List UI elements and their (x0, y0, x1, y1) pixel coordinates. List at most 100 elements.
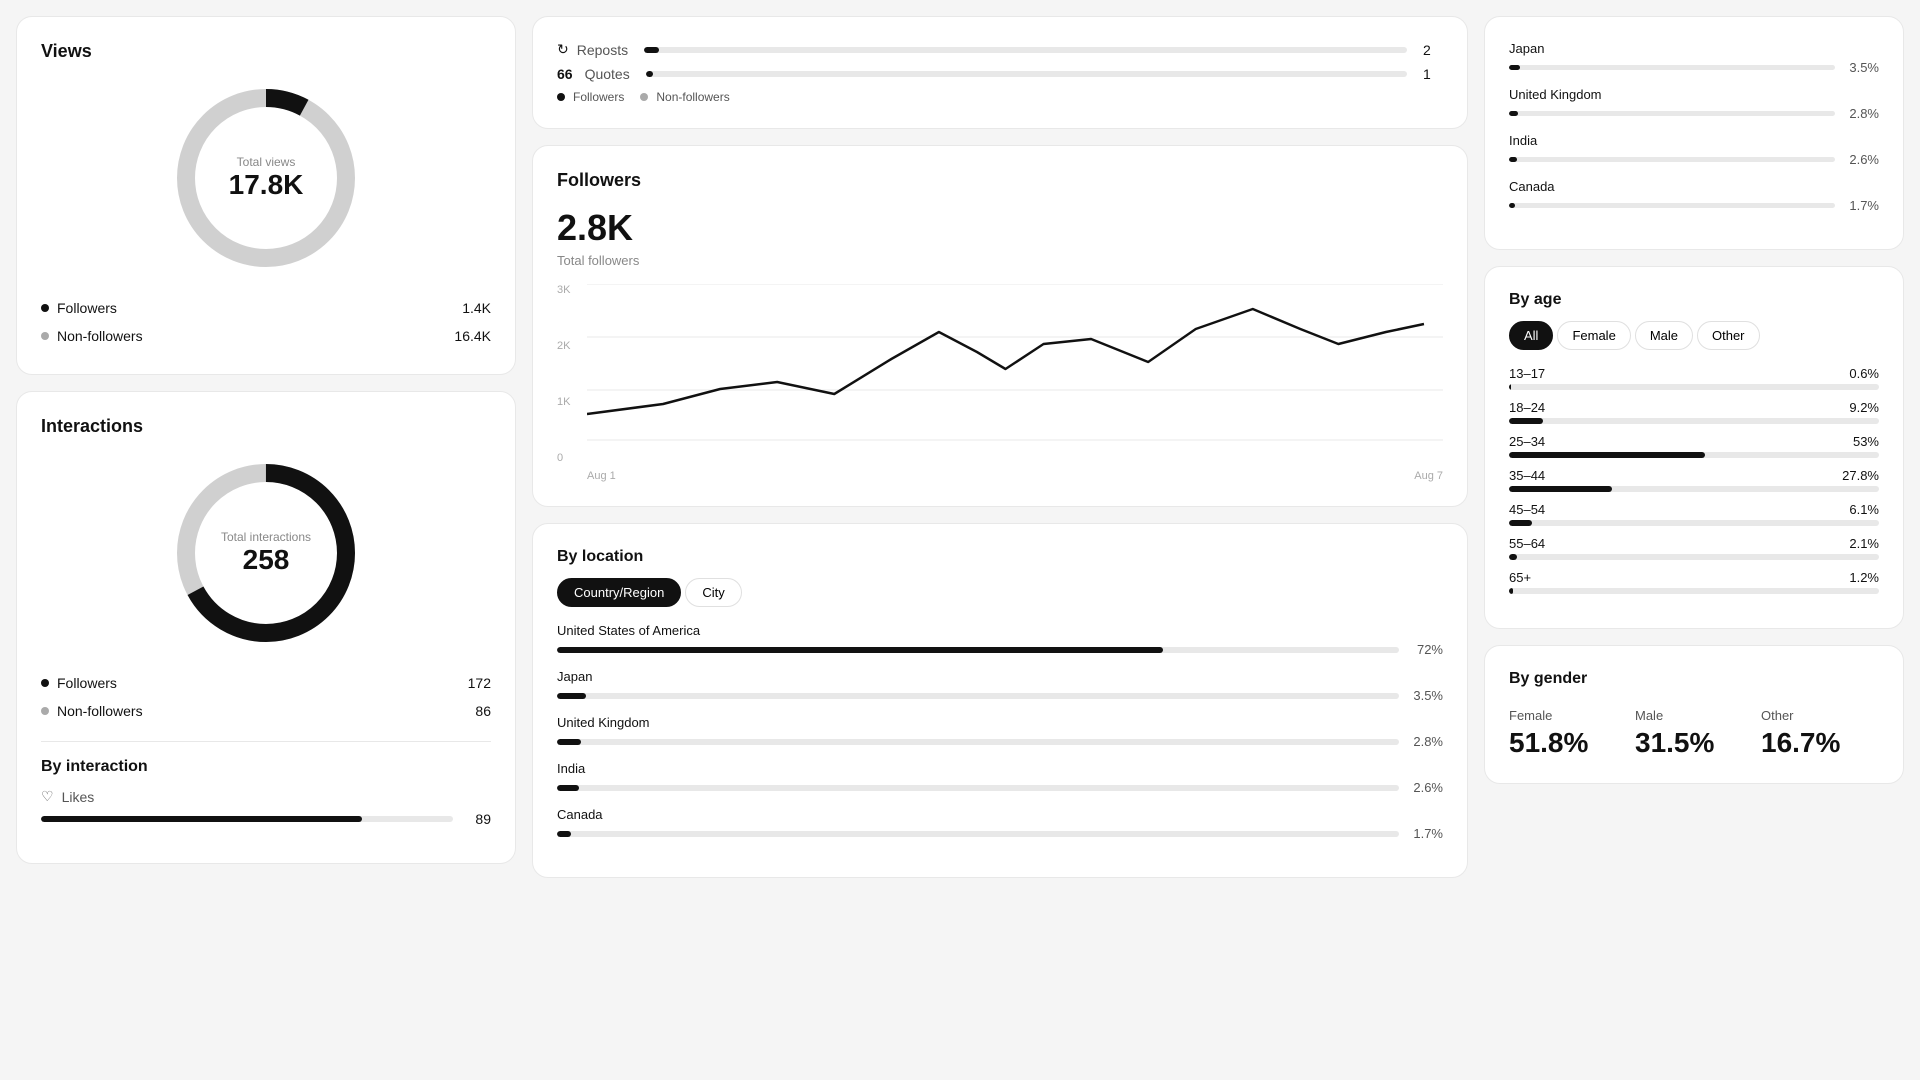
views-title: Views (41, 41, 491, 62)
views-card: Views Total views 17.8K (16, 16, 516, 375)
right-bar-row: 2.8% (1509, 106, 1879, 121)
location-bar-fill (557, 693, 586, 699)
follower-legend: Followers Non-followers (557, 90, 1443, 104)
location-item: Canada 1.7% (557, 807, 1443, 841)
legend-followers: Followers (557, 90, 624, 104)
right-location-name: India (1509, 133, 1879, 148)
age-label-row: 13–17 0.6% (1509, 366, 1879, 381)
views-non-followers-count: 16.4K (454, 328, 491, 344)
likes-row-label: ♡ Likes (41, 788, 491, 805)
quotes-bar-track (646, 71, 1407, 77)
tab-country-region[interactable]: Country/Region (557, 578, 681, 607)
views-total-value: 17.8K (229, 169, 304, 201)
views-non-followers-label: Non-followers (57, 328, 143, 344)
y-label-3k: 3K (557, 284, 570, 296)
right-bar-track (1509, 65, 1835, 70)
y-label-0: 0 (557, 452, 570, 464)
likes-label: Likes (62, 789, 95, 805)
followers-chart: 3K 2K 1K 0 (557, 284, 1443, 464)
age-bar-track (1509, 418, 1879, 424)
views-donut: Total views 17.8K (166, 78, 366, 278)
right-column: Japan 3.5% United Kingdom 2.8% India 2.6… (1484, 16, 1904, 1064)
int-non-followers-label: Non-followers (57, 703, 143, 719)
age-label-row: 35–44 27.8% (1509, 468, 1879, 483)
right-bar-track (1509, 111, 1835, 116)
age-bar-track (1509, 520, 1879, 526)
interactions-total-value: 258 (221, 544, 311, 576)
age-tab-other[interactable]: Other (1697, 321, 1760, 350)
age-range-label: 18–24 (1509, 400, 1545, 415)
x-label-aug1: Aug 1 (587, 470, 616, 482)
int-followers-legend: Followers 172 (41, 669, 491, 697)
right-location-item: Canada 1.7% (1509, 179, 1879, 213)
right-bar-fill (1509, 203, 1515, 208)
int-followers-count: 172 (468, 675, 491, 691)
age-range-item: 13–17 0.6% (1509, 366, 1879, 390)
interactions-donut: Total interactions 258 (166, 453, 366, 653)
age-tab-female[interactable]: Female (1557, 321, 1630, 350)
reposts-quotes-card: ↻ Reposts 2 66 Quotes 1 (532, 16, 1468, 129)
gender-item: Female 51.8% (1509, 708, 1627, 759)
tab-city[interactable]: City (685, 578, 741, 607)
age-bar-fill (1509, 520, 1532, 526)
location-bar-fill (557, 647, 1163, 653)
y-label-1k: 1K (557, 396, 570, 408)
age-bar-track (1509, 384, 1879, 390)
location-bar-track (557, 785, 1399, 791)
age-range-item: 65+ 1.2% (1509, 570, 1879, 594)
age-bar-fill (1509, 486, 1612, 492)
interactions-donut-label: Total interactions 258 (221, 530, 311, 576)
location-name: India (557, 761, 1443, 776)
gender-value: 31.5% (1635, 727, 1753, 759)
right-bar-fill (1509, 157, 1517, 162)
left-column: Views Total views 17.8K (16, 16, 516, 1064)
age-range-pct: 6.1% (1849, 502, 1879, 517)
int-non-followers-dot (41, 707, 49, 715)
by-interaction-title: By interaction (41, 758, 491, 776)
location-item: Japan 3.5% (557, 669, 1443, 703)
right-pct: 2.8% (1843, 106, 1879, 121)
quotes-row: 66 Quotes 1 (557, 66, 1443, 82)
age-label-row: 25–34 53% (1509, 434, 1879, 449)
int-non-followers-count: 86 (475, 703, 491, 719)
gender-label: Female (1509, 708, 1627, 723)
quotes-count: 1 (1423, 66, 1443, 82)
age-bar-track (1509, 554, 1879, 560)
age-tab-all[interactable]: All (1509, 321, 1553, 350)
location-pct: 2.6% (1407, 780, 1443, 795)
legend-non-followers: Non-followers (640, 90, 729, 104)
location-pct: 1.7% (1407, 826, 1443, 841)
views-followers-count: 1.4K (462, 300, 491, 316)
location-bar-track (557, 831, 1399, 837)
age-bar-track (1509, 452, 1879, 458)
gender-grid: Female 51.8% Male 31.5% Other 16.7% (1509, 708, 1879, 759)
location-title: By location (557, 548, 1443, 566)
location-pct: 3.5% (1407, 688, 1443, 703)
quotes-prefix: 66 (557, 66, 573, 82)
age-range-pct: 1.2% (1849, 570, 1879, 585)
right-pct: 2.6% (1843, 152, 1879, 167)
reposts-label: Reposts (577, 42, 628, 58)
age-range-item: 25–34 53% (1509, 434, 1879, 458)
followers-dot (41, 304, 49, 312)
location-tabs: Country/Region City (557, 578, 1443, 607)
interactions-donut-wrapper: Total interactions 258 (41, 453, 491, 653)
right-bar-row: 1.7% (1509, 198, 1879, 213)
age-bar-track (1509, 486, 1879, 492)
age-range-label: 35–44 (1509, 468, 1545, 483)
right-location-item: United Kingdom 2.8% (1509, 87, 1879, 121)
age-range-item: 18–24 9.2% (1509, 400, 1879, 424)
likes-count: 89 (461, 811, 491, 827)
right-location-name: Japan (1509, 41, 1879, 56)
right-bar-track (1509, 157, 1835, 162)
location-pct: 72% (1407, 642, 1443, 657)
age-range-item: 45–54 6.1% (1509, 502, 1879, 526)
legend-non-followers-dot (640, 93, 648, 101)
right-bar-track (1509, 203, 1835, 208)
age-tab-male[interactable]: Male (1635, 321, 1693, 350)
age-card: By age AllFemaleMaleOther 13–17 0.6% 18–… (1484, 266, 1904, 629)
age-range-pct: 2.1% (1849, 536, 1879, 551)
age-range-pct: 53% (1853, 434, 1879, 449)
followers-card: Followers 2.8K Total followers 3K 2K 1K … (532, 145, 1468, 507)
age-range-label: 45–54 (1509, 502, 1545, 517)
